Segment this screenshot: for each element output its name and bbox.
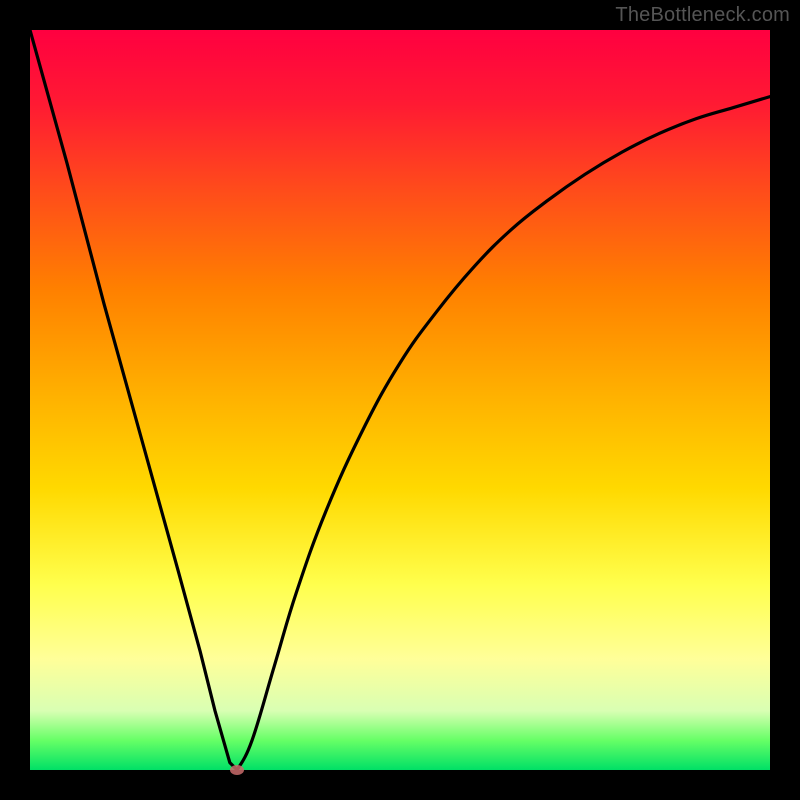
minimum-marker [230, 765, 244, 775]
curve-svg [30, 30, 770, 770]
plot-area [30, 30, 770, 770]
chart-frame: TheBottleneck.com [0, 0, 800, 800]
watermark-text: TheBottleneck.com [615, 4, 790, 27]
bottleneck-curve-path [30, 30, 770, 770]
